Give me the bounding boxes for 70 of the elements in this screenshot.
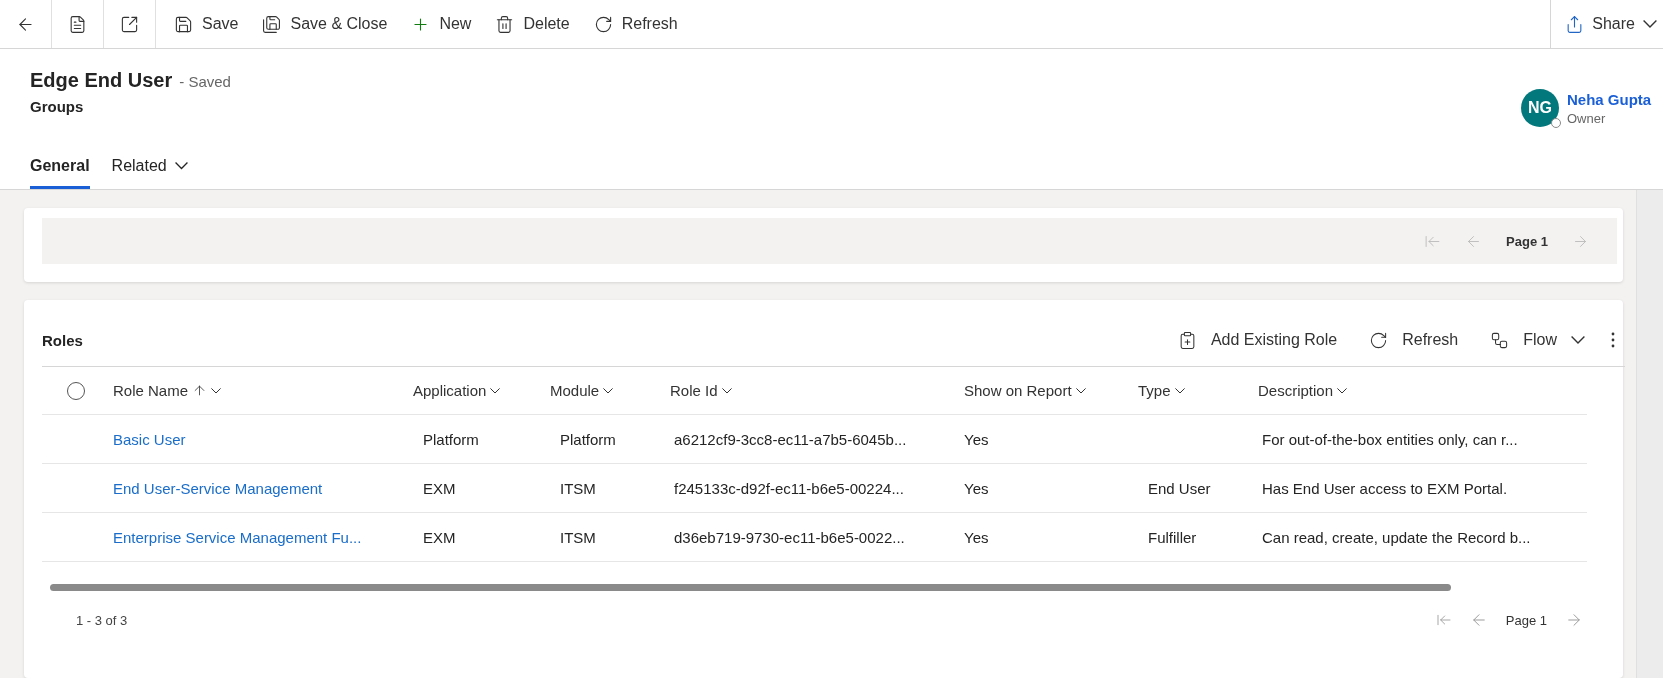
- table-cell-text: Fulfiller: [1147, 528, 1198, 546]
- refresh-icon: [1369, 330, 1389, 350]
- page-label: Page 1: [1506, 233, 1548, 249]
- avatar: NG: [1521, 89, 1559, 127]
- chevron-down-icon: [1571, 336, 1585, 344]
- save-close-icon: [262, 14, 282, 34]
- table-cell-text: Can read, create, update the Record b...: [1261, 528, 1532, 546]
- role-link[interactable]: End User-Service Management: [109, 479, 323, 497]
- table-cell-text: d36eb719-9730-ec11-b6e5-0022...: [673, 528, 906, 546]
- column-header[interactable]: Role Id: [670, 382, 732, 399]
- next-page-icon[interactable]: [1565, 611, 1583, 629]
- more-icon: [1611, 332, 1615, 348]
- save-icon: [174, 14, 193, 34]
- toolbar-button[interactable]: Save: [162, 0, 251, 48]
- role-link[interactable]: Basic User: [109, 430, 186, 448]
- role-link[interactable]: Enterprise Service Management Fu...: [109, 528, 362, 546]
- owner-link[interactable]: Neha Gupta: [1567, 90, 1652, 108]
- chevron-down-icon: [1337, 387, 1348, 394]
- document-icon: [68, 14, 87, 34]
- column-header[interactable]: Show on Report: [964, 382, 1086, 399]
- chevron-down-icon: [721, 387, 732, 394]
- table-cell-text: Yes: [964, 430, 990, 448]
- toolbar-button[interactable]: Refresh: [581, 0, 690, 48]
- chevron-down-icon: [211, 387, 222, 394]
- table-cell-text: a6212cf9-3cc8-ec11-a7b5-6045b...: [673, 430, 908, 448]
- refresh-icon: [593, 14, 613, 34]
- table-cell-text: Yes: [964, 479, 990, 497]
- page-label: Page 1: [1505, 612, 1547, 628]
- chevron-down-icon: [1075, 387, 1086, 394]
- table-cell-text: Has End User access to EXM Portal.: [1261, 479, 1509, 497]
- table-cell-text: For out-of-the-box entities only, can r...: [1261, 430, 1519, 448]
- table-cell-text: f245133c-d92f-ec11-b6e5-00224...: [673, 479, 905, 497]
- column-header[interactable]: Role Name: [109, 382, 222, 399]
- tab[interactable]: Related: [111, 143, 188, 189]
- chevron-down-icon: [603, 387, 614, 394]
- record-title: Edge End User: [30, 69, 173, 92]
- command-button[interactable]: Flow: [1474, 330, 1601, 350]
- column-header[interactable]: Type: [1138, 382, 1185, 399]
- table-cell-text: ITSM: [559, 528, 597, 546]
- select-all-checkbox[interactable]: [66, 381, 85, 400]
- record-count: 1 - 3 of 3: [76, 612, 128, 628]
- chevron-down-icon: [1643, 20, 1657, 28]
- table-cell-text: Platform: [422, 430, 480, 448]
- toolbar-button[interactable]: Save & Close: [250, 0, 400, 48]
- presence-icon: [1551, 118, 1561, 128]
- section-title: Roles: [42, 331, 84, 349]
- table-cell-text: EXM: [422, 528, 457, 546]
- toolbar-button[interactable]: New: [399, 0, 484, 48]
- table-cell-text: Yes: [964, 528, 990, 546]
- table-cell-text: EXM: [422, 479, 457, 497]
- table-cell-text: ITSM: [559, 479, 597, 497]
- trash-icon: [495, 14, 515, 34]
- owner-label: Owner: [1567, 110, 1607, 126]
- command-button[interactable]: Refresh: [1353, 330, 1475, 350]
- entity-name: Groups: [30, 98, 85, 115]
- chevron-down-icon: [174, 162, 188, 170]
- chevron-down-icon: [490, 387, 501, 394]
- column-header[interactable]: Application: [413, 382, 501, 399]
- popout-icon: [120, 14, 139, 34]
- first-page-icon[interactable]: [1435, 612, 1452, 628]
- table-cell-text: Platform: [559, 430, 617, 448]
- sort-ascending-icon: [192, 383, 208, 398]
- toolbar-button[interactable]: Delete: [483, 0, 582, 48]
- column-header[interactable]: Module: [550, 382, 614, 399]
- table-cell-text: End User: [1147, 479, 1212, 497]
- column-header[interactable]: Description: [1258, 382, 1348, 399]
- save-status: - Saved: [179, 73, 231, 90]
- flow-icon: [1490, 330, 1510, 350]
- chevron-down-icon: [1174, 387, 1185, 394]
- command-button[interactable]: Add Existing Role: [1161, 330, 1354, 350]
